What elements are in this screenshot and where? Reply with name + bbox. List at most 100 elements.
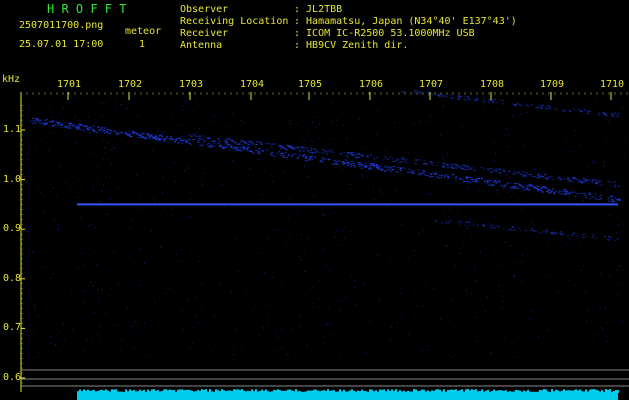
signal-pixel <box>298 146 301 148</box>
noise-pixel <box>307 239 309 241</box>
noise-level-spike <box>579 389 581 393</box>
noise-level-spike <box>585 389 587 393</box>
noise-pixel <box>522 254 524 256</box>
noise-level-spike <box>245 391 247 393</box>
noise-pixel <box>295 200 297 202</box>
noise-pixel <box>127 306 129 308</box>
signal-pixel <box>234 142 237 144</box>
noise-level-spike <box>147 389 149 393</box>
signal-pixel <box>203 141 206 143</box>
signal-pixel <box>228 144 231 146</box>
noise-pixel <box>592 308 594 310</box>
signal-pixel <box>501 100 504 102</box>
noise-pixel <box>27 159 29 161</box>
noise-pixel <box>366 175 368 177</box>
noise-pixel <box>455 354 457 356</box>
noise-level-spike <box>309 390 311 393</box>
noise-level-spike <box>111 389 113 393</box>
noise-level-spike <box>365 391 367 393</box>
signal-pixel <box>257 150 260 152</box>
noise-pixel <box>327 348 329 350</box>
signal-pixel <box>430 161 433 163</box>
signal-pixel <box>171 137 174 139</box>
noise-pixel <box>624 157 626 159</box>
signal-pixel <box>75 125 78 127</box>
signal-pixel <box>181 139 184 141</box>
noise-pixel <box>185 315 187 317</box>
signal-pixel <box>434 219 437 221</box>
noise-pixel <box>519 355 521 357</box>
signal-pixel <box>44 120 47 122</box>
signal-pixel <box>528 174 531 176</box>
signal-pixel <box>619 199 622 201</box>
time-tick: 1709 <box>540 79 565 90</box>
signal-pixel <box>107 132 110 134</box>
noise-level-spike <box>93 389 95 393</box>
signal-pixel <box>124 132 127 134</box>
noise-pixel <box>493 142 495 144</box>
noise-pixel <box>57 224 59 226</box>
signal-pixel <box>293 148 296 150</box>
signal-pixel <box>530 104 533 106</box>
signal-pixel <box>46 121 49 123</box>
noise-pixel <box>452 299 454 301</box>
signal-pixel <box>523 174 526 176</box>
signal-pixel <box>278 144 281 146</box>
signal-pixel <box>329 149 332 151</box>
noise-pixel <box>319 123 321 125</box>
signal-pixel <box>32 120 35 122</box>
noise-pixel <box>347 259 349 261</box>
signal-pixel <box>501 169 504 171</box>
signal-pixel <box>383 165 386 167</box>
noise-pixel <box>401 224 403 226</box>
signal-pixel <box>228 138 231 140</box>
noise-pixel <box>162 104 164 106</box>
noise-pixel <box>76 154 78 156</box>
signal-pixel <box>521 187 524 189</box>
noise-pixel <box>326 260 328 262</box>
noise-pixel <box>117 283 119 285</box>
signal-pixel <box>483 181 486 183</box>
noise-pixel <box>298 315 300 317</box>
signal-pixel <box>617 112 620 114</box>
signal-pixel <box>417 169 420 171</box>
noise-level-spike <box>189 390 191 393</box>
signal-pixel <box>424 174 427 176</box>
noise-pixel <box>27 261 29 263</box>
noise-pixel <box>118 175 120 177</box>
signal-pixel <box>241 147 244 149</box>
noise-level-spike <box>473 390 475 393</box>
noise-level-spike <box>381 389 383 393</box>
signal-pixel <box>330 151 333 153</box>
signal-pixel <box>255 150 258 152</box>
noise-pixel <box>504 241 506 243</box>
noise-pixel <box>314 102 316 104</box>
time-tick: 1704 <box>240 79 265 90</box>
noise-pixel <box>267 305 269 307</box>
noise-pixel <box>105 189 107 191</box>
noise-pixel <box>376 134 378 136</box>
noise-pixel <box>190 216 192 218</box>
noise-pixel <box>592 231 594 233</box>
signal-pixel <box>595 181 598 183</box>
noise-pixel <box>90 281 92 283</box>
noise-pixel <box>439 134 441 136</box>
noise-pixel <box>455 266 457 268</box>
signal-pixel <box>518 104 521 106</box>
noise-level-spike <box>413 389 415 393</box>
noise-level-spike <box>107 390 109 393</box>
noise-pixel <box>337 285 339 287</box>
signal-pixel <box>492 170 495 172</box>
noise-pixel <box>182 260 184 262</box>
noise-pixel <box>297 152 299 154</box>
signal-pixel <box>476 97 479 99</box>
noise-pixel <box>396 111 398 113</box>
noise-level-spike <box>493 389 495 393</box>
noise-pixel <box>42 212 44 214</box>
noise-level-spike <box>95 391 97 393</box>
noise-pixel <box>39 184 41 186</box>
noise-pixel <box>98 298 100 300</box>
noise-pixel <box>171 215 173 217</box>
signal-pixel <box>43 124 46 126</box>
signal-pixel <box>599 195 602 197</box>
